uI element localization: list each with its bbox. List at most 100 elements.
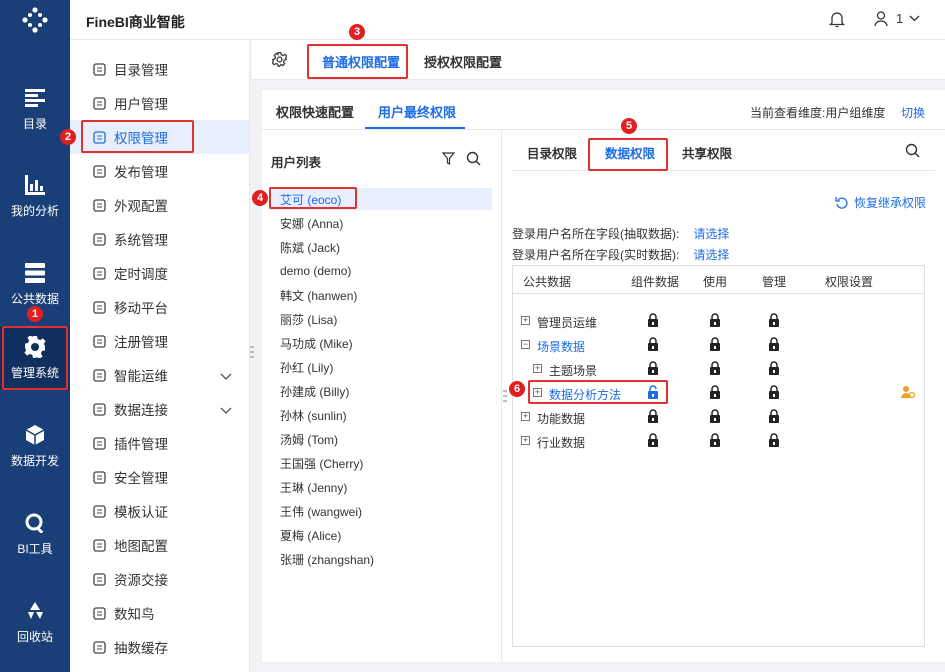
lock-icon[interactable] (647, 433, 659, 450)
menu-item-ops[interactable]: 智能运维 (70, 358, 250, 392)
user-list-item[interactable]: 王国强 (Cherry) (272, 452, 363, 474)
lock-icon[interactable] (768, 361, 780, 378)
lock-icon[interactable] (709, 337, 721, 354)
col-permission-settings: 权限设置 (825, 275, 874, 289)
expand-icon[interactable]: + (521, 436, 530, 445)
tab-authorization-permission[interactable]: 授权权限配置 (424, 52, 502, 71)
menu-item-mobile[interactable]: 移动平台 (70, 290, 250, 324)
choose-link[interactable]: 请选择 (693, 248, 729, 262)
menu-item-link[interactable]: 数据连接 (70, 392, 250, 426)
menu-item-resource[interactable]: 资源交接 (70, 562, 250, 596)
annotation-box (2, 326, 68, 390)
user-list-item[interactable]: demo (demo) (272, 260, 351, 282)
menu-item-settings[interactable]: 系统管理 (70, 222, 250, 256)
nav-item-data-dev[interactable]: 数据开发 (0, 412, 70, 480)
lock-icon[interactable] (709, 361, 721, 378)
menu-item-timer[interactable]: 定时调度 (70, 256, 250, 290)
catalog-icon (24, 87, 46, 109)
step-badge: 1 (27, 306, 43, 322)
menu-item-user[interactable]: 用户管理 (70, 86, 250, 120)
menu-item-label: 目录管理 (114, 63, 168, 78)
nav-label: BI工具 (17, 541, 53, 556)
user-list-item[interactable]: 安娜 (Anna) (272, 212, 343, 234)
table-row[interactable]: + 主题场景 (513, 357, 924, 381)
switch-link[interactable]: 切换 (901, 104, 925, 121)
table-row[interactable]: + 行业数据 (513, 429, 924, 453)
lock-icon[interactable] (647, 361, 659, 378)
tab-quick-config[interactable]: 权限快速配置 (276, 102, 354, 121)
search-icon[interactable] (905, 143, 920, 161)
user-list-item[interactable]: 丽莎 (Lisa) (272, 308, 337, 330)
menu-item-appearance[interactable]: 外观配置 (70, 188, 250, 222)
app-logo[interactable] (0, 0, 70, 40)
user-menu[interactable]: 1 (874, 11, 920, 26)
table-row[interactable]: − 场景数据 (513, 333, 924, 357)
lock-icon[interactable] (709, 313, 721, 330)
nav-item-catalog[interactable]: 目录 (0, 75, 70, 143)
step-badge: 2 (60, 129, 76, 145)
tab-catalog-permission[interactable]: 目录权限 (527, 143, 577, 162)
splitter-handle[interactable] (503, 389, 507, 403)
user-list-item[interactable]: 孙建成 (Billy) (272, 380, 349, 402)
menu-item-shield[interactable]: 安全管理 (70, 460, 250, 494)
lock-icon[interactable] (768, 385, 780, 402)
register-icon (92, 334, 106, 348)
user-list-item[interactable]: 张珊 (zhangshan) (272, 548, 374, 570)
chevron-down-icon[interactable] (220, 369, 232, 384)
tab-user-final-permission[interactable]: 用户最终权限 (378, 102, 456, 121)
lock-icon[interactable] (768, 409, 780, 426)
nav-item-my-analysis[interactable]: 我的分析 (0, 162, 70, 230)
lock-icon[interactable] (647, 337, 659, 354)
menu-item-register[interactable]: 注册管理 (70, 324, 250, 358)
permission-settings-icon[interactable] (901, 385, 916, 402)
lock-icon[interactable] (768, 433, 780, 450)
nav-item-recycle[interactable]: 回收站 (0, 588, 70, 656)
mobile-icon (92, 300, 106, 314)
bell-icon[interactable] (828, 11, 846, 31)
user-list-item[interactable]: 孙红 (Lily) (272, 356, 333, 378)
user-list-item[interactable]: 夏梅 (Alice) (272, 524, 341, 546)
expand-icon[interactable]: + (521, 316, 530, 325)
search-icon[interactable] (466, 151, 481, 169)
table-row[interactable]: + 管理员运维 (513, 309, 924, 333)
filter-icon[interactable] (441, 152, 456, 168)
restore-inherit-button[interactable]: 恢复继承权限 (835, 194, 926, 211)
user-list-item[interactable]: 韩文 (hanwen) (272, 284, 357, 306)
user-list-item[interactable]: 陈斌 (Jack) (272, 236, 340, 258)
template-icon (92, 504, 106, 518)
user-list-item[interactable]: 汤姆 (Tom) (272, 428, 338, 450)
user-list-item[interactable]: 孙林 (sunlin) (272, 404, 347, 426)
user-list-item[interactable]: 王琳 (Jenny) (272, 476, 347, 498)
tab-share-permission[interactable]: 共享权限 (682, 143, 732, 162)
settings-gear-icon[interactable] (271, 52, 288, 70)
chevron-down-icon[interactable] (220, 403, 232, 418)
lock-icon[interactable] (709, 385, 721, 402)
col-component-data: 组件数据 (631, 275, 680, 289)
plugin-icon (92, 436, 106, 450)
lock-icon[interactable] (709, 433, 721, 450)
nav-item-bi-tools[interactable]: BI工具 (0, 500, 70, 568)
menu-item-plugin[interactable]: 插件管理 (70, 426, 250, 460)
user-list-item[interactable]: 马功成 (Mike) (272, 332, 353, 354)
choose-link[interactable]: 请选择 (693, 227, 729, 241)
menu-item-map[interactable]: 地图配置 (70, 528, 250, 562)
extract-field-row: 登录用户名所在字段(抽取数据): 请选择 (512, 225, 729, 242)
menu-item-bird[interactable]: 数知鸟 (70, 596, 250, 630)
link-icon (92, 402, 106, 416)
expand-icon[interactable]: + (533, 364, 542, 373)
menu-item-cache[interactable]: 抽数缓存 (70, 630, 250, 664)
user-list-item[interactable]: 王伟 (wangwei) (272, 500, 362, 522)
lock-icon[interactable] (768, 313, 780, 330)
nav-label: 公共数据 (10, 291, 59, 306)
splitter-handle[interactable] (250, 345, 254, 359)
lock-icon[interactable] (768, 337, 780, 354)
lock-icon[interactable] (647, 313, 659, 330)
table-row[interactable]: + 功能数据 (513, 405, 924, 429)
lock-icon[interactable] (647, 409, 659, 426)
menu-item-publish[interactable]: 发布管理 (70, 154, 250, 188)
menu-item-list[interactable]: 目录管理 (70, 52, 250, 86)
collapse-icon[interactable]: − (521, 340, 530, 349)
lock-icon[interactable] (709, 409, 721, 426)
expand-icon[interactable]: + (521, 412, 530, 421)
menu-item-template[interactable]: 模板认证 (70, 494, 250, 528)
